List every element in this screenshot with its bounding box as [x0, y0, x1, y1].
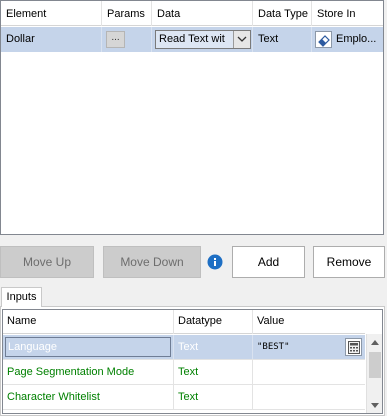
datatype-cell[interactable]: Text [174, 385, 253, 409]
expression-builder-button[interactable] [345, 338, 362, 356]
column-header-store-in[interactable]: Store In [312, 1, 383, 26]
eraser-icon [318, 35, 330, 47]
data-dropdown-value: Read Text wit [159, 33, 225, 45]
scroll-down-button[interactable] [367, 398, 382, 413]
scroll-thumb[interactable] [369, 352, 381, 378]
column-header-value[interactable]: Value [253, 310, 365, 334]
vertical-scrollbar[interactable] [366, 334, 382, 413]
column-header-element[interactable]: Element [1, 1, 102, 26]
column-header-datatype[interactable]: Datatype [174, 310, 253, 334]
info-icon[interactable] [207, 254, 223, 270]
tab-inputs[interactable]: Inputs [1, 287, 42, 307]
name-cell[interactable]: Page Segmentation Mode [3, 360, 174, 384]
scroll-down-icon [371, 403, 379, 408]
elements-grid[interactable]: Element Params Data Data Type Store In D… [0, 0, 384, 235]
scroll-up-button[interactable] [367, 334, 382, 350]
add-button[interactable]: Add [232, 246, 305, 278]
store-in-variable-button[interactable] [315, 31, 332, 48]
chevron-down-icon [237, 36, 247, 42]
name-edit-field[interactable]: Language [5, 337, 171, 357]
move-up-button[interactable]: Move Up [0, 246, 94, 278]
column-header-data-type[interactable]: Data Type [253, 1, 312, 26]
remove-button[interactable]: Remove [313, 246, 385, 278]
value-cell[interactable] [253, 360, 365, 384]
table-row[interactable]: Character Whitelist Text [3, 385, 365, 410]
table-row[interactable]: Language Text "BEST" [3, 335, 365, 360]
data-dropdown[interactable]: Read Text wit [155, 30, 251, 49]
table-row[interactable]: Page Segmentation Mode Text [3, 360, 365, 385]
datatype-cell[interactable]: Text [174, 335, 253, 359]
inputs-grid[interactable]: Name Datatype Value Language Text "BEST"… [2, 309, 383, 414]
table-row[interactable]: Dollar ... Read Text wit Text Emplo... [1, 27, 383, 52]
datatype-cell[interactable]: Text [174, 360, 253, 384]
dropdown-arrow-button[interactable] [233, 31, 250, 48]
params-button[interactable]: ... [106, 31, 125, 48]
inputs-grid-header: Name Datatype Value [3, 310, 365, 334]
name-cell[interactable]: Character Whitelist [3, 385, 174, 409]
element-cell[interactable]: Dollar [1, 27, 102, 52]
column-header-data[interactable]: Data [152, 1, 253, 26]
calculator-icon [348, 341, 360, 354]
column-header-params[interactable]: Params [102, 1, 152, 26]
elements-grid-header: Element Params Data Data Type Store In [1, 1, 383, 26]
scroll-up-icon [371, 340, 379, 345]
move-down-button[interactable]: Move Down [103, 246, 201, 278]
column-header-name[interactable]: Name [3, 310, 174, 334]
data-type-cell[interactable]: Text [253, 27, 312, 52]
value-cell[interactable] [253, 385, 365, 409]
